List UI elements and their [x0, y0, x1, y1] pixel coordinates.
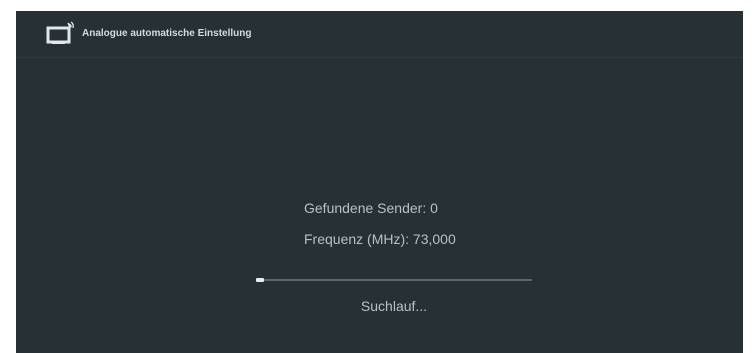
tv-antenna-icon	[46, 21, 76, 47]
frequency-label: Frequenz (MHz): 73,000	[304, 231, 456, 247]
scan-status-text: Suchlauf...	[360, 298, 428, 314]
scan-progress-fill	[256, 278, 265, 282]
scan-progress-bar	[256, 278, 532, 282]
header-bar: Analogue automatische Einstellung	[16, 11, 743, 58]
page-title: Analogue automatische Einstellung	[82, 28, 252, 39]
tv-screen: Analogue automatische Einstellung Gefund…	[16, 11, 743, 353]
found-channels-label: Gefundene Sender: 0	[304, 200, 438, 216]
